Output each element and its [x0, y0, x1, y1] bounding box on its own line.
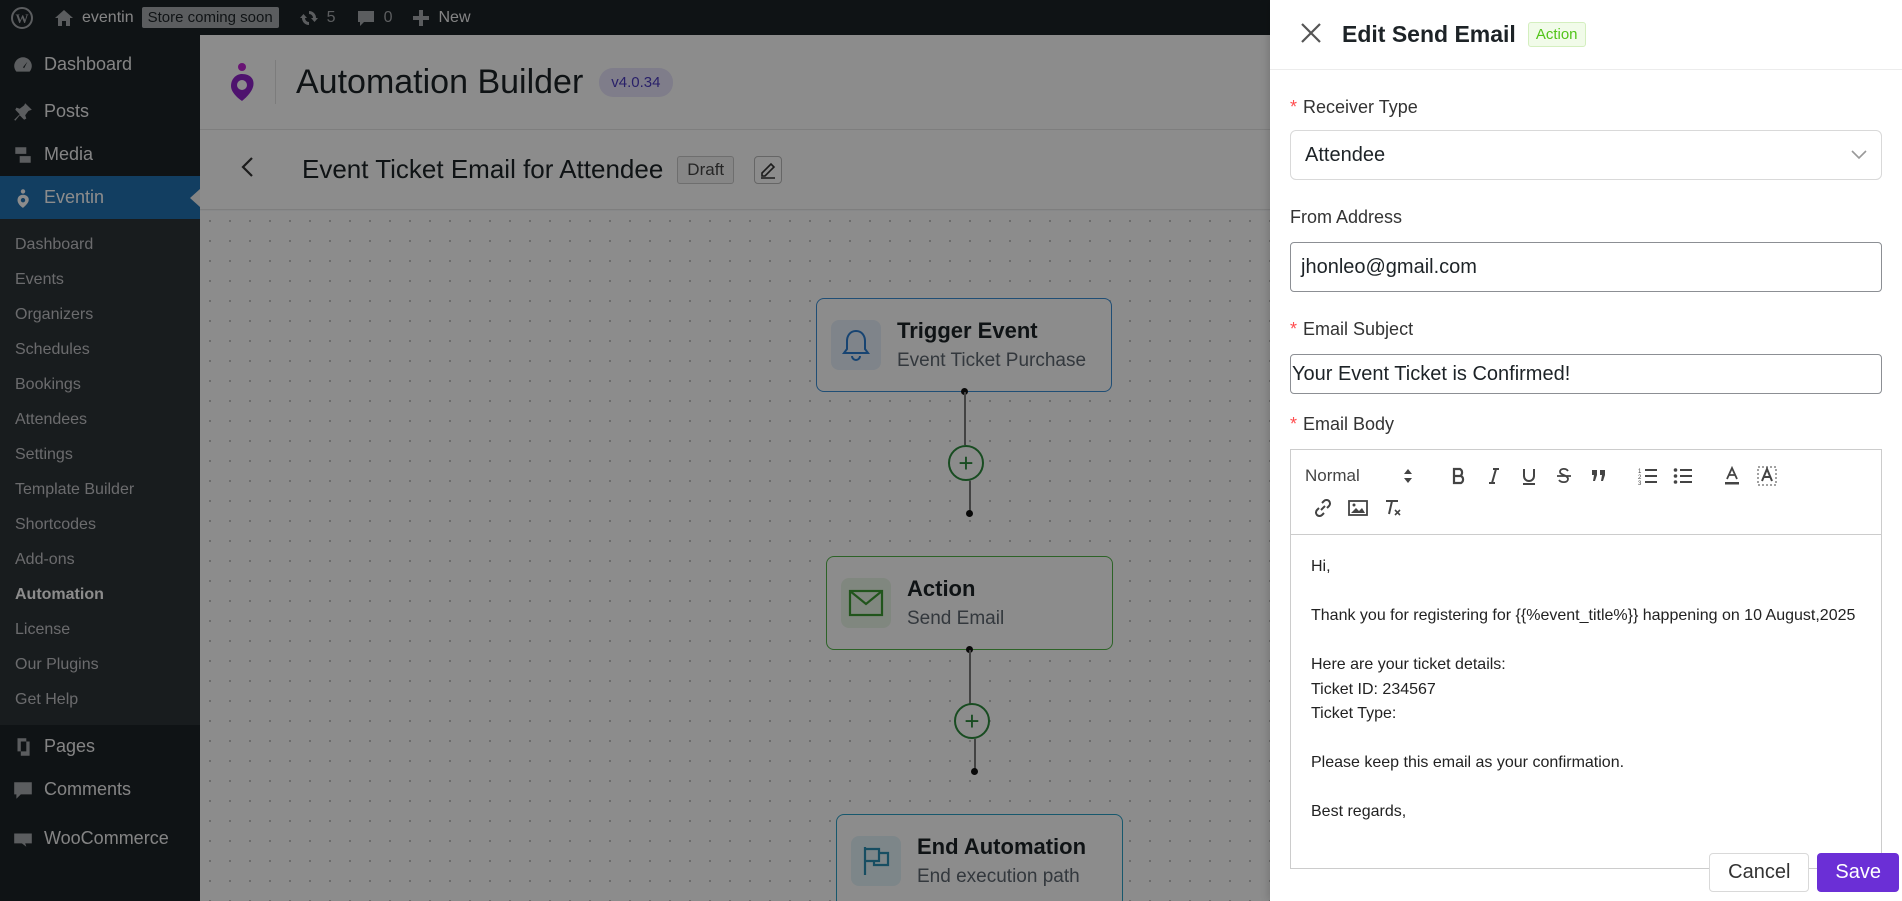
heading-select[interactable]: Normal — [1305, 466, 1423, 486]
email-body-editor: Normal 123 Hi, Thank you for registering… — [1290, 449, 1882, 869]
text-color-button[interactable] — [1714, 461, 1749, 491]
from-address-label: From Address — [1290, 207, 1882, 228]
drawer-footer: Cancel Save — [1270, 844, 1902, 901]
blockquote-button[interactable] — [1581, 461, 1616, 491]
receiver-type-select[interactable]: Attendee — [1290, 130, 1882, 180]
body-line: Best regards, — [1311, 803, 1407, 820]
ordered-list-icon: 123 — [1638, 469, 1657, 485]
image-icon — [1347, 500, 1368, 516]
required-marker: * — [1290, 319, 1298, 339]
highlight-icon — [1757, 466, 1776, 486]
required-marker: * — [1290, 97, 1298, 117]
chevron-down-icon — [1851, 150, 1867, 160]
link-icon — [1314, 499, 1331, 517]
field-label-text: Receiver Type — [1303, 97, 1418, 117]
cancel-button[interactable]: Cancel — [1709, 853, 1810, 892]
ordered-list-button[interactable]: 123 — [1630, 461, 1665, 491]
field-label-text: Email Body — [1303, 414, 1395, 434]
background-color-button[interactable] — [1749, 461, 1784, 491]
clear-format-button[interactable] — [1375, 493, 1410, 523]
drawer-header: Edit Send Email Action — [1270, 0, 1902, 70]
body-line — [1311, 727, 1861, 752]
save-button[interactable]: Save — [1817, 853, 1899, 892]
receiver-type-value: Attendee — [1305, 143, 1386, 166]
link-button[interactable] — [1305, 493, 1340, 523]
body-line: Here are your ticket details: — [1311, 656, 1506, 673]
strikethrough-button[interactable] — [1546, 461, 1581, 491]
italic-icon — [1488, 468, 1499, 484]
bold-icon — [1452, 467, 1464, 485]
from-address-value: jhonleo@gmail.com — [1301, 255, 1477, 278]
field-label-text: Email Subject — [1303, 319, 1414, 339]
field-label-text: From Address — [1290, 207, 1403, 227]
bold-button[interactable] — [1441, 461, 1476, 491]
body-line: Please keep this email as your confirmat… — [1311, 754, 1625, 771]
close-icon — [1301, 22, 1321, 43]
editor-toolbar: Normal 123 — [1291, 450, 1881, 535]
image-button[interactable] — [1340, 493, 1375, 523]
drawer-title: Edit Send Email — [1342, 21, 1516, 47]
drawer-form: * Receiver Type Attendee From Address jh… — [1270, 97, 1902, 869]
email-subject-value: Your Event Ticket is Confirmed! — [1292, 362, 1571, 385]
underline-button[interactable] — [1511, 461, 1546, 491]
email-subject-input[interactable]: Your Event Ticket is Confirmed! — [1290, 354, 1882, 394]
required-marker: * — [1290, 414, 1298, 434]
body-line: Thank you for registering for {{%event_t… — [1311, 607, 1856, 624]
from-address-input[interactable]: jhonleo@gmail.com — [1290, 242, 1882, 292]
node-type-tag: Action — [1527, 22, 1586, 47]
email-body-content[interactable]: Hi, Thank you for registering for {{%eve… — [1291, 535, 1881, 845]
quote-icon — [1591, 470, 1605, 481]
receiver-type-label: * Receiver Type — [1290, 97, 1882, 118]
underline-icon — [1522, 469, 1535, 485]
edit-send-email-drawer: Edit Send Email Action * Receiver Type A… — [1270, 0, 1902, 901]
body-line — [1311, 629, 1861, 654]
close-button[interactable] — [1300, 20, 1330, 50]
body-line — [1311, 580, 1861, 605]
bullet-list-button[interactable] — [1665, 461, 1700, 491]
bullet-list-icon — [1673, 468, 1692, 484]
strikethrough-icon — [1556, 467, 1571, 484]
svg-text:3: 3 — [1638, 481, 1642, 485]
email-body-label: * Email Body — [1290, 414, 1882, 435]
text-color-icon — [1724, 466, 1739, 485]
body-line: Ticket ID: 234567 — [1311, 680, 1436, 698]
email-subject-label: * Email Subject — [1290, 319, 1882, 340]
body-line — [1311, 776, 1861, 801]
body-line: Ticket Type: — [1311, 705, 1397, 722]
italic-button[interactable] — [1476, 461, 1511, 491]
body-line: Hi, — [1311, 558, 1331, 575]
drawer-backdrop[interactable] — [0, 0, 1270, 901]
updown-icon — [1404, 469, 1412, 483]
heading-select-value: Normal — [1305, 466, 1360, 485]
clear-format-icon — [1385, 500, 1401, 516]
